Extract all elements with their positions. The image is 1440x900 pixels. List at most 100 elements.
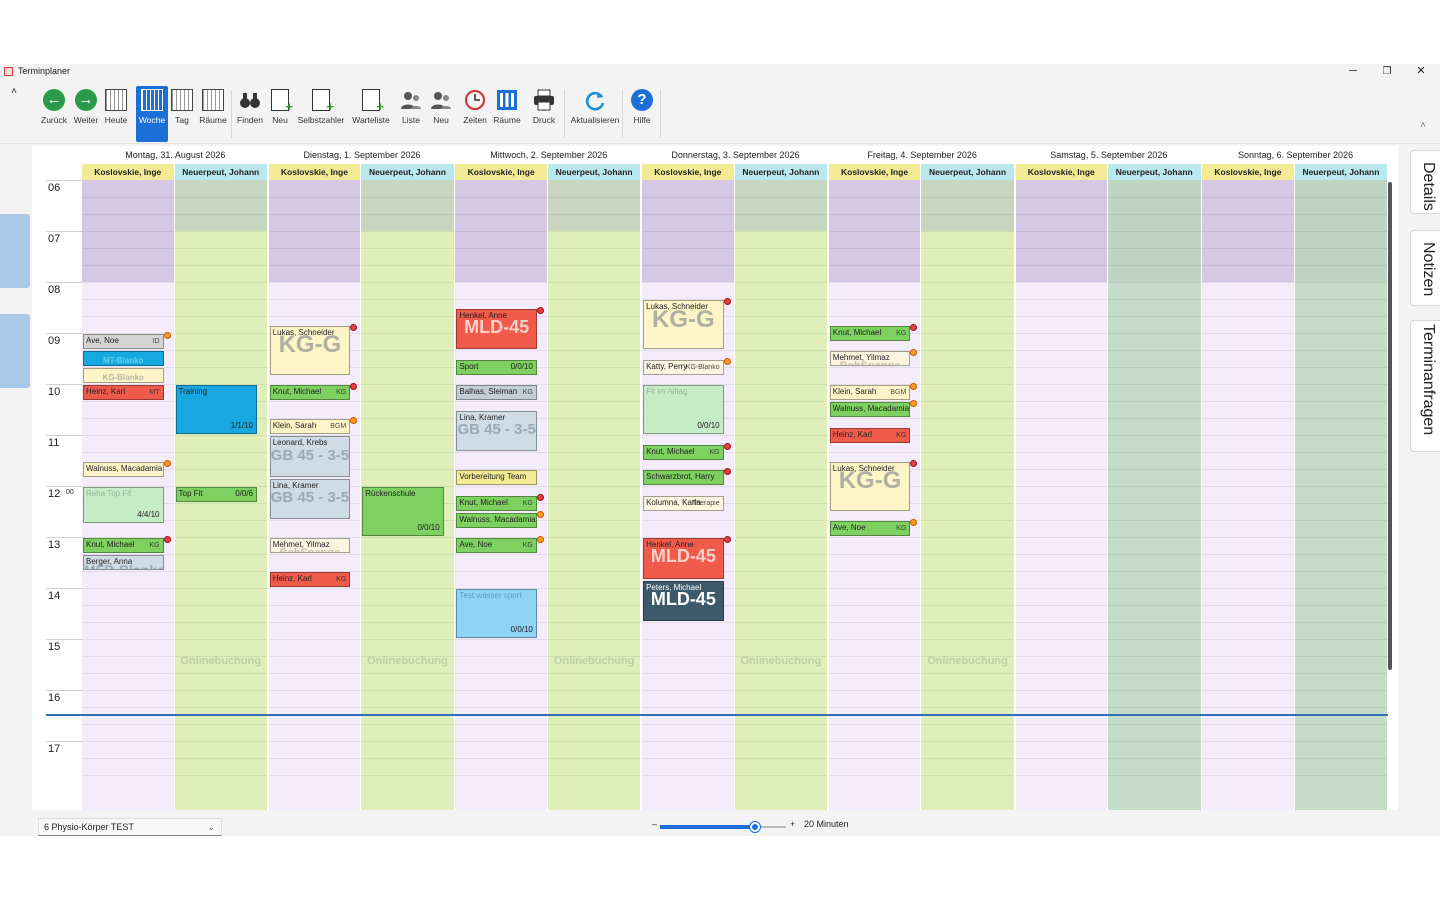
appointment[interactable]: Knut, Michael KG — [269, 385, 351, 400]
appointment[interactable]: Balhas, Sleiman KG — [456, 385, 537, 400]
appointment[interactable]: Sport 0/0/10 — [456, 359, 537, 375]
time-slot-line — [828, 656, 921, 657]
therapist-header[interactable]: Neuerpeut, Johann — [734, 164, 828, 180]
appointment[interactable]: Walnuss, Macadamia — [829, 402, 911, 417]
forward-button[interactable]: → Weiter — [70, 86, 102, 142]
therapist-header[interactable]: Koslovskie, Inge — [642, 164, 734, 180]
appointment[interactable]: Lukas, Schneider KG-G — [643, 300, 724, 349]
back-button[interactable]: ← Zurück — [38, 86, 70, 142]
appointment[interactable]: Rückenschule 0/0/10 — [362, 487, 444, 536]
therapist-header[interactable]: Neuerpeut, Johann — [174, 164, 267, 180]
ribbon-expand-icon[interactable]: ˄ — [1420, 120, 1426, 131]
day-header[interactable]: Freitag, 4. September 2026 — [829, 146, 1016, 164]
mini-calendar-handle[interactable] — [0, 214, 30, 288]
times-button[interactable]: Zeiten — [459, 86, 491, 142]
day-header[interactable]: Mittwoch, 2. September 2026 — [455, 146, 642, 164]
help-button[interactable]: ? Hilfe — [626, 86, 658, 142]
therapist-header[interactable]: Koslovskie, Inge — [82, 164, 174, 180]
appointment[interactable]: Leonard, Krebs GB 45 - 3-5 — [269, 436, 351, 477]
hour-divider — [46, 741, 82, 742]
appointment[interactable]: Lina, Kramer GB 45 - 3-5 — [269, 478, 351, 519]
zoom-plus-button[interactable]: + — [790, 819, 795, 829]
appointment[interactable]: Heinz, Karl MT — [83, 385, 164, 400]
day-button[interactable]: Tag — [168, 86, 196, 142]
appointment[interactable]: Henkel, Anne MLD-45 — [643, 538, 724, 579]
time-slot-line — [174, 588, 267, 589]
day-header[interactable]: Dienstag, 1. September 2026 — [269, 146, 456, 164]
zoom-slider-thumb[interactable] — [749, 822, 760, 832]
practice-select[interactable]: 6 Physio-Körper TEST ⌄ — [38, 818, 222, 836]
new2-button[interactable]: Neu — [426, 86, 456, 142]
rooms2-button[interactable]: Räume — [491, 86, 523, 142]
appointment[interactable]: Ave, Noe KG — [829, 521, 911, 536]
mini-calendar-handle-2[interactable] — [0, 314, 30, 388]
tab-details[interactable]: Details — [1410, 150, 1440, 214]
day-header[interactable]: Donnerstag, 3. September 2026 — [642, 146, 829, 164]
appointment[interactable]: Lukas, Schneider KG-G — [829, 461, 911, 511]
appointment[interactable]: Top Fit 0/0/6 — [175, 487, 257, 502]
week-button[interactable]: Woche — [136, 86, 168, 142]
hour-label: 14 — [48, 590, 61, 602]
close-button[interactable]: ✕ — [1406, 64, 1436, 80]
day-header[interactable]: Samstag, 5. September 2026 — [1016, 146, 1203, 164]
appointment[interactable]: Mehmet, Yilmaz BehSpange — [829, 351, 911, 366]
appointment[interactable]: Fit im Alltag 0/0/10 — [643, 385, 724, 434]
appointment[interactable]: Katty, Perry KG-Blanko — [643, 359, 724, 375]
therapist-header[interactable]: Koslovskie, Inge — [1015, 164, 1107, 180]
therapist-header[interactable]: Neuerpeut, Johann — [921, 164, 1014, 180]
tab-terminanfragen[interactable]: Terminanfragen — [1410, 320, 1440, 452]
appointment[interactable]: Lukas, Schneider KG-G — [269, 325, 351, 375]
appointment[interactable]: Schwarzbrot, Harry — [643, 470, 724, 485]
list-button[interactable]: Liste — [396, 86, 426, 142]
rooms1-button[interactable]: Räume — [197, 86, 229, 142]
time-slot-line — [361, 537, 454, 538]
appointment[interactable]: Ave, Noe ID — [83, 334, 164, 349]
maximize-button[interactable]: ❐ — [1372, 64, 1402, 80]
selfpay-button[interactable]: Selbstzahler — [296, 86, 346, 142]
appointment[interactable]: Walnuss, Macadamia — [456, 512, 537, 528]
refresh-button[interactable]: Aktualisieren — [566, 86, 624, 142]
print-button[interactable]: Druck — [529, 86, 559, 142]
appointment[interactable]: Reha Top Fit 4/4/10 — [83, 487, 164, 524]
ribbon-collapse-button[interactable]: ˄ — [6, 86, 22, 100]
appointment[interactable]: Knut, Michael KG — [83, 538, 164, 553]
day-header[interactable]: Sonntag, 6. September 2026 — [1202, 146, 1389, 164]
appointment[interactable]: Henkel, Anne MLD-45 — [456, 308, 537, 349]
appointment[interactable]: Heinz, Karl KG — [269, 572, 351, 587]
appointment[interactable]: Knut, Michael KG — [829, 325, 911, 341]
therapist-header[interactable]: Neuerpeut, Johann — [1294, 164, 1388, 180]
minimize-button[interactable]: ─ — [1338, 64, 1368, 80]
new1-button[interactable]: Neu — [267, 86, 293, 142]
vertical-scrollbar[interactable] — [1388, 182, 1392, 670]
appointment[interactable]: Mehmet, Yilmaz BehSpange — [269, 538, 351, 553]
tab-notizen[interactable]: Notizen — [1410, 230, 1440, 306]
therapist-header[interactable]: Koslovskie, Inge — [268, 164, 361, 180]
appointment[interactable]: Klein, Sarah BGM — [269, 419, 351, 434]
appointment[interactable]: Training 1/1/10 — [175, 385, 257, 434]
appointment[interactable]: Knut, Michael KG — [643, 444, 724, 460]
today-button[interactable]: Heute — [100, 86, 132, 142]
appointment[interactable]: Walnuss, Macadamia — [83, 461, 164, 477]
therapist-header[interactable]: Neuerpeut, Johann — [361, 164, 454, 180]
therapist-header[interactable]: Koslovskie, Inge — [828, 164, 921, 180]
appointment[interactable]: Heinz, Karl KG — [829, 427, 911, 443]
waitlist-button[interactable]: Warteliste — [349, 86, 393, 142]
appointment[interactable]: Lina, Kramer GB 45 - 3-5 — [456, 410, 537, 451]
appointment[interactable]: MT-Blanko — [83, 351, 164, 366]
day-header[interactable]: Montag, 31. August 2026 — [82, 146, 269, 164]
appointment[interactable]: Vorbereitung Team — [456, 470, 537, 485]
appointment[interactable]: Ave, Noe KG — [456, 538, 537, 553]
appointment[interactable]: KG-Blanko — [83, 368, 164, 383]
appointment[interactable]: Peters, Michael MLD-45 — [643, 580, 724, 621]
appointment[interactable]: Berger, Anna MFB-Blanko — [83, 555, 164, 570]
find-button[interactable]: Finden — [234, 86, 266, 142]
therapist-header[interactable]: Neuerpeut, Johann — [1108, 164, 1201, 180]
therapist-header[interactable]: Koslovskie, Inge — [455, 164, 547, 180]
zoom-minus-button[interactable]: – — [652, 819, 657, 829]
appointment[interactable]: Test wasser sport 0/0/10 — [456, 589, 537, 638]
appointment[interactable]: Knut, Michael KG — [456, 495, 537, 511]
therapist-header[interactable]: Koslovskie, Inge — [1202, 164, 1294, 180]
appointment[interactable]: Klein, Sarah BGM — [829, 385, 911, 400]
appointment[interactable]: Kolumna, Karla Therapie — [643, 495, 724, 511]
therapist-header[interactable]: Neuerpeut, Johann — [547, 164, 641, 180]
